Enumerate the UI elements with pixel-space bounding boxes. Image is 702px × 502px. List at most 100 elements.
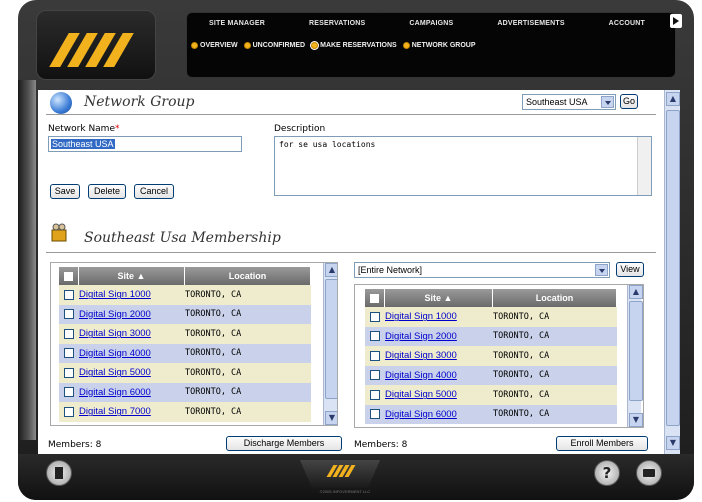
site-link[interactable]: Digital Sign 6000 bbox=[385, 409, 493, 420]
scroll-down-icon[interactable]: ▼ bbox=[629, 413, 643, 427]
scroll-up-icon[interactable]: ▲ bbox=[666, 92, 680, 106]
play-icon[interactable] bbox=[670, 14, 682, 28]
chevron-down-icon[interactable] bbox=[601, 96, 614, 108]
row-checkbox[interactable] bbox=[64, 406, 74, 417]
cancel-button[interactable]: Cancel bbox=[134, 184, 174, 199]
site-link[interactable]: Digital Sign 5000 bbox=[385, 389, 493, 400]
table-header: Site ▲ Location bbox=[59, 267, 311, 285]
table-body: Digital Sign 1000 TORONTO, CA Digital Sig… bbox=[365, 307, 617, 424]
submenu-unconfirmed[interactable]: UNCONFIRMED bbox=[243, 41, 305, 49]
location-cell: TORONTO, CA bbox=[185, 348, 242, 359]
network-filter-select[interactable]: [Entire Network] bbox=[354, 262, 610, 278]
right-members-count: Members: 8 bbox=[354, 440, 408, 450]
column-site[interactable]: Site ▲ bbox=[385, 289, 493, 307]
bullet-icon bbox=[402, 41, 410, 49]
chevron-down-icon[interactable] bbox=[595, 264, 608, 276]
menu-campaigns[interactable]: CAMPAIGNS bbox=[409, 20, 453, 27]
mail-icon[interactable] bbox=[636, 460, 662, 486]
enroll-members-button[interactable]: Enroll Members bbox=[556, 436, 648, 451]
scroll-up-icon[interactable]: ▲ bbox=[325, 263, 337, 277]
row-checkbox[interactable] bbox=[64, 289, 74, 300]
site-link[interactable]: Digital Sign 2000 bbox=[79, 309, 185, 320]
description-textarea[interactable]: for se usa locations bbox=[274, 136, 652, 196]
row-checkbox[interactable] bbox=[64, 328, 74, 339]
delete-button[interactable]: Delete bbox=[88, 184, 126, 199]
required-mark: * bbox=[115, 124, 120, 134]
row-checkbox[interactable] bbox=[64, 309, 74, 320]
globe-icon bbox=[50, 92, 72, 114]
site-link[interactable]: Digital Sign 3000 bbox=[385, 350, 493, 361]
row-checkbox[interactable] bbox=[64, 367, 74, 378]
submenu-make-reservations-label: MAKE RESERVATIONS bbox=[320, 41, 397, 49]
row-checkbox[interactable] bbox=[370, 331, 380, 342]
select-all-checkbox[interactable] bbox=[365, 289, 385, 307]
header-divider bbox=[46, 114, 656, 115]
scroll-thumb[interactable] bbox=[666, 110, 680, 426]
network-filter-value: [Entire Network] bbox=[358, 265, 423, 275]
location-cell: TORONTO, CA bbox=[493, 311, 550, 322]
scroll-thumb[interactable] bbox=[325, 279, 337, 399]
location-cell: TORONTO, CA bbox=[185, 289, 242, 300]
brand-logo[interactable] bbox=[36, 10, 156, 80]
submenu-network-group-label: NETWORK GROUP bbox=[411, 41, 476, 49]
footer-logo bbox=[300, 460, 380, 488]
menu-advertisements[interactable]: ADVERTISEMENTS bbox=[497, 20, 564, 27]
membership-title: Southeast Usa Membership bbox=[84, 230, 281, 246]
submenu-overview[interactable]: OVERVIEW bbox=[191, 41, 238, 49]
site-link[interactable]: Digital Sign 2000 bbox=[385, 331, 493, 342]
column-site[interactable]: Site ▲ bbox=[79, 267, 185, 285]
scroll-up-icon[interactable]: ▲ bbox=[629, 285, 643, 299]
description-label: Description bbox=[274, 124, 326, 134]
scroll-down-icon[interactable]: ▼ bbox=[666, 436, 680, 450]
column-location[interactable]: Location bbox=[185, 267, 311, 285]
column-location[interactable]: Location bbox=[493, 289, 617, 307]
copyright-text: ©2005 INFOVERMENT LLC bbox=[319, 489, 371, 494]
table-row: Digital Sign 1000 TORONTO, CA bbox=[365, 307, 617, 327]
membership-divider bbox=[46, 252, 656, 253]
scroll-thumb[interactable] bbox=[629, 301, 643, 401]
left-members-count: Members: 8 bbox=[48, 440, 102, 450]
table-scrollbar[interactable]: ▲ ▼ bbox=[323, 263, 337, 425]
bullet-icon bbox=[311, 41, 319, 49]
table-row: Digital Sign 3000 TORONTO, CA bbox=[365, 346, 617, 366]
row-checkbox[interactable] bbox=[370, 350, 380, 361]
exit-icon[interactable] bbox=[46, 460, 72, 486]
page-scrollbar[interactable]: ▲ ▼ bbox=[664, 90, 680, 454]
menu-reservations[interactable]: RESERVATIONS bbox=[309, 20, 365, 27]
submenu-make-reservations[interactable]: MAKE RESERVATIONS bbox=[311, 41, 397, 49]
table-scrollbar[interactable]: ▲ ▼ bbox=[627, 285, 643, 427]
site-link[interactable]: Digital Sign 3000 bbox=[79, 328, 185, 339]
go-button[interactable]: Go bbox=[620, 94, 638, 109]
scroll-down-icon[interactable]: ▼ bbox=[325, 411, 337, 425]
network-select-value: Southeast USA bbox=[526, 97, 588, 107]
site-link[interactable]: Digital Sign 4000 bbox=[79, 348, 185, 359]
site-link[interactable]: Digital Sign 1000 bbox=[385, 311, 493, 322]
description-scrollbar[interactable] bbox=[637, 137, 651, 195]
site-link[interactable]: Digital Sign 4000 bbox=[385, 370, 493, 381]
site-link[interactable]: Digital Sign 1000 bbox=[79, 289, 185, 300]
site-link[interactable]: Digital Sign 5000 bbox=[79, 367, 185, 378]
row-checkbox[interactable] bbox=[64, 387, 74, 398]
save-button[interactable]: Save bbox=[50, 184, 80, 199]
location-cell: TORONTO, CA bbox=[493, 370, 550, 381]
network-name-input[interactable]: Southeast USA bbox=[48, 136, 242, 152]
help-icon[interactable]: ? bbox=[594, 460, 620, 486]
table-row: Digital Sign 2000 TORONTO, CA bbox=[59, 304, 311, 324]
submenu-network-group[interactable]: NETWORK GROUP bbox=[402, 41, 476, 49]
site-link[interactable]: Digital Sign 7000 bbox=[79, 406, 185, 417]
table-header: Site ▲ Location bbox=[365, 289, 617, 307]
discharge-members-button[interactable]: Discharge Members bbox=[226, 436, 342, 451]
table-row: Digital Sign 6000 TORONTO, CA bbox=[59, 382, 311, 402]
location-cell: TORONTO, CA bbox=[185, 328, 242, 339]
row-checkbox[interactable] bbox=[64, 348, 74, 359]
menu-account[interactable]: ACCOUNT bbox=[609, 20, 645, 27]
row-checkbox[interactable] bbox=[370, 311, 380, 322]
menu-site-manager[interactable]: SITE MANAGER bbox=[209, 20, 265, 27]
row-checkbox[interactable] bbox=[370, 370, 380, 381]
row-checkbox[interactable] bbox=[370, 409, 380, 420]
select-all-checkbox[interactable] bbox=[59, 267, 79, 285]
site-link[interactable]: Digital Sign 6000 bbox=[79, 387, 185, 398]
row-checkbox[interactable] bbox=[370, 389, 380, 400]
view-button[interactable]: View bbox=[616, 262, 644, 277]
network-select[interactable]: Southeast USA bbox=[522, 94, 616, 110]
